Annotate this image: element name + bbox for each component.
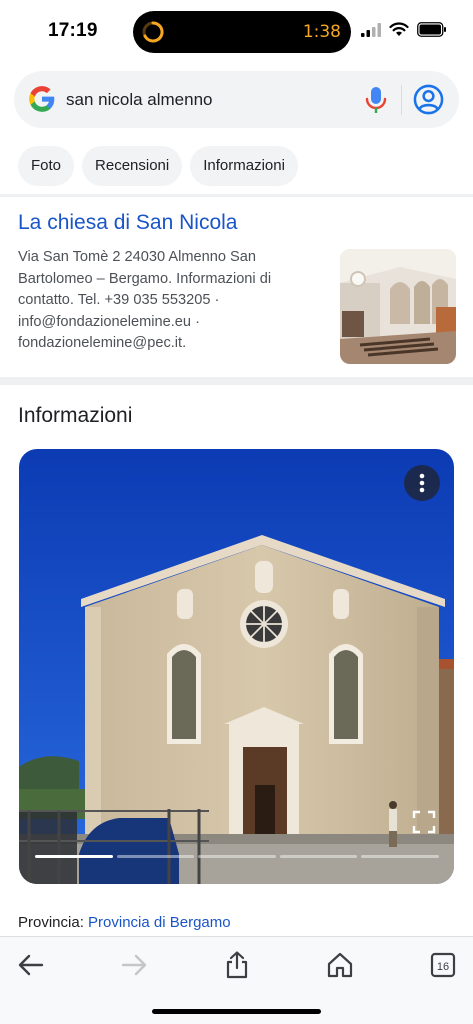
chip-recensioni[interactable]: Recensioni xyxy=(82,146,183,186)
section-divider xyxy=(0,377,473,385)
search-bar[interactable]: san nicola almenno xyxy=(14,71,459,128)
search-divider xyxy=(401,85,402,115)
signal-icon xyxy=(361,22,381,37)
result-snippet: Via San Tomè 2 24030 Almenno San Bartolo… xyxy=(18,249,272,351)
gallery-progress-segment xyxy=(116,855,195,858)
tab-count: 16 xyxy=(437,961,449,973)
timer-ring-icon xyxy=(142,21,164,43)
fullscreen-icon[interactable] xyxy=(410,808,438,836)
gallery-progress-segment xyxy=(35,855,113,858)
wifi-icon xyxy=(389,22,409,36)
share-icon[interactable] xyxy=(222,950,252,980)
provincia-row: Provincia: Provincia di Bergamo xyxy=(18,914,231,931)
battery-icon xyxy=(417,22,446,37)
result-title-link[interactable]: La chiesa di San Nicola xyxy=(18,211,237,235)
gallery-progress-segment xyxy=(361,855,439,858)
result-thumbnail[interactable] xyxy=(340,249,456,364)
gallery-progress xyxy=(35,855,439,858)
filter-chips: Foto Recensioni Informazioni xyxy=(18,146,298,186)
back-arrow-icon[interactable] xyxy=(16,950,46,980)
church-photo[interactable] xyxy=(19,449,454,884)
gallery-progress-segment xyxy=(198,855,276,858)
more-vert-icon xyxy=(419,473,425,493)
tabs-button[interactable]: 16 xyxy=(428,950,458,980)
status-time: 17:19 xyxy=(48,20,98,41)
home-indicator xyxy=(152,1009,321,1014)
header-divider xyxy=(0,194,473,197)
chip-informazioni[interactable]: Informazioni xyxy=(190,146,298,186)
status-icons xyxy=(361,22,447,37)
timer-text: 1:38 xyxy=(302,22,341,42)
info-heading: Informazioni xyxy=(18,404,133,427)
google-logo-icon xyxy=(29,86,55,112)
chip-foto[interactable]: Foto xyxy=(18,146,75,186)
dynamic-island[interactable]: 1:38 xyxy=(133,11,351,53)
status-bar: 17:19 1:38 xyxy=(0,0,473,62)
microphone-icon[interactable] xyxy=(364,86,388,114)
gallery-progress-segment xyxy=(279,855,358,858)
forward-arrow-icon[interactable] xyxy=(119,950,149,980)
home-icon[interactable] xyxy=(325,950,355,980)
more-options-button[interactable] xyxy=(404,465,440,501)
account-icon[interactable] xyxy=(413,84,444,115)
provincia-label: Provincia: xyxy=(18,914,89,931)
tabs-icon: 16 xyxy=(430,952,456,978)
search-input[interactable]: san nicola almenno xyxy=(66,90,212,110)
provincia-link[interactable]: Provincia di Bergamo xyxy=(88,914,231,931)
